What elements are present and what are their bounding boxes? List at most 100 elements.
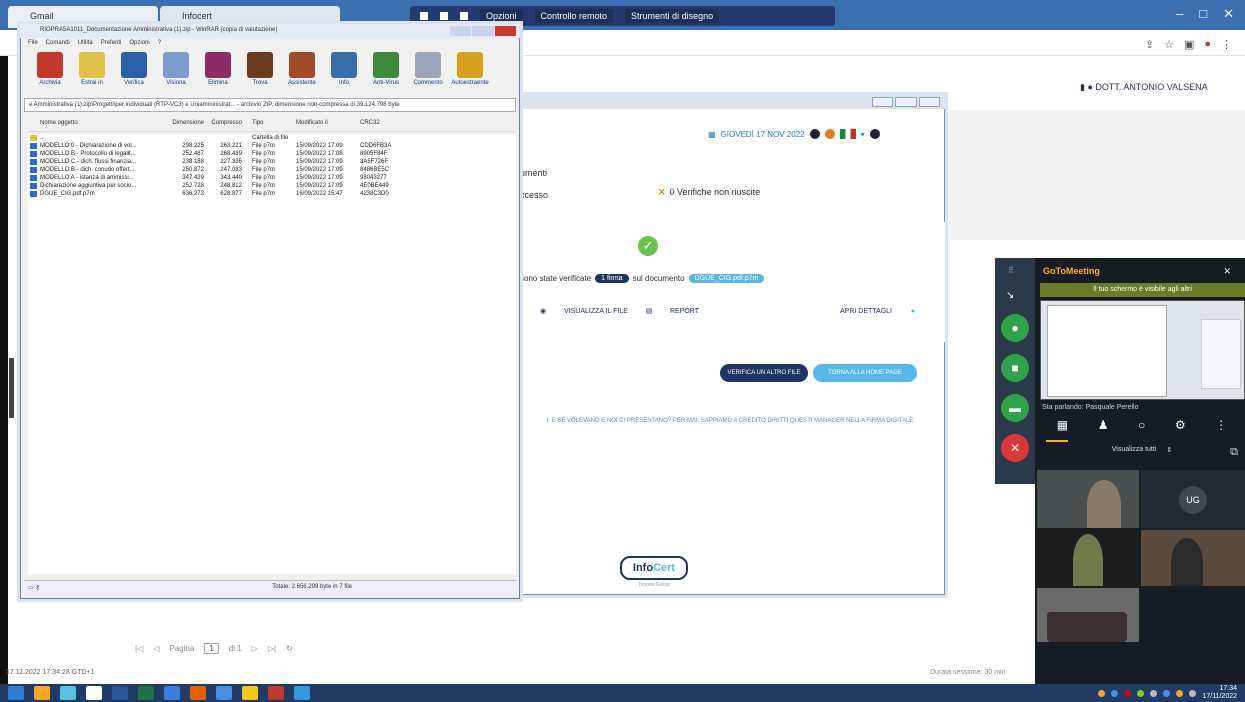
taskbar-app-icon[interactable]	[86, 686, 102, 700]
close-icon[interactable]: ✕	[1223, 6, 1234, 26]
column-modified[interactable]: Modificato il	[296, 120, 360, 131]
table-row[interactable]: Dichiarazione aggiuntiva per socio... 252…	[28, 182, 516, 190]
tray-icon[interactable]	[1111, 689, 1119, 697]
toolbar-button-delete[interactable]: Elimina	[200, 52, 236, 96]
toolbar-button-view[interactable]: Visiona	[158, 52, 194, 96]
attendees-icon[interactable]: ♟	[1098, 418, 1109, 438]
menu-tools[interactable]: Utilità	[78, 40, 93, 50]
toolbar-button-wizard[interactable]: Assistente	[284, 52, 320, 96]
taskbar-app-icon[interactable]	[216, 686, 232, 700]
prev-page-icon[interactable]: ◁	[153, 644, 159, 653]
video-tile[interactable]	[1037, 470, 1139, 528]
collapse-icon[interactable]: ↘	[1006, 290, 1014, 301]
table-row[interactable]: MODELLO C - dich. flussi finanzia... 238.…	[28, 158, 516, 166]
tray-icon[interactable]	[1163, 689, 1171, 697]
taskbar-app-icon[interactable]	[268, 686, 284, 700]
toolbar-button-archive[interactable]: Archivia	[32, 52, 68, 96]
toolbar-button-info[interactable]: Info	[326, 52, 362, 96]
first-page-icon[interactable]: |◁	[135, 644, 143, 653]
share-options-menu[interactable]: Opzioni	[480, 9, 523, 23]
back-home-button[interactable]: TORNA ALLA HOME PAGE	[813, 364, 917, 382]
taskbar-app-icon[interactable]	[164, 686, 180, 700]
grid-view-icon[interactable]: ▦	[1057, 418, 1068, 438]
winrar-title[interactable]: RIOPRA5A1011_Documentazione Amministrati…	[20, 24, 520, 38]
user-name[interactable]: DOTT. ANTONIO VALSENA	[1095, 82, 1207, 92]
taskbar-clock[interactable]: 17:34 17/11/2022	[1202, 685, 1237, 701]
taskbar-app-icon[interactable]	[138, 686, 154, 700]
tray-icon[interactable]	[1124, 689, 1132, 697]
close-icon[interactable]: ✕	[1223, 266, 1231, 277]
taskbar-app-icon[interactable]	[60, 686, 76, 700]
toolbar-button-extract[interactable]: Estrai in	[74, 52, 110, 96]
archive-path-field[interactable]: e Amministrativa (1).zip\Progetti\per in…	[24, 98, 516, 112]
table-row[interactable]: MODELLO B - Protocollo di legalit... 252.…	[28, 150, 516, 158]
chat-icon[interactable]: ○	[1138, 418, 1145, 438]
view-all-dropdown[interactable]: Visualizza tutti	[1112, 446, 1157, 460]
pause-share-icon[interactable]	[440, 12, 448, 20]
language-chevron-icon[interactable]: ▾	[861, 130, 865, 139]
remote-control-menu[interactable]: Controllo remoto	[534, 9, 614, 23]
side-handle[interactable]	[9, 358, 14, 418]
verify-other-file-button[interactable]: VERIFICA UN ALTRO FILE	[720, 364, 808, 382]
column-name[interactable]: Nome oggetto	[28, 120, 170, 131]
details-link[interactable]: APRI DETTAGLI	[840, 308, 892, 315]
screen-share-icon[interactable]: ▬	[1001, 394, 1029, 422]
menu-dots-icon[interactable]: ⋮	[1221, 38, 1232, 52]
video-tile[interactable]	[1141, 530, 1245, 586]
next-page-icon[interactable]: ▷	[252, 644, 258, 653]
start-icon[interactable]	[8, 686, 24, 700]
taskbar-app-icon[interactable]	[242, 686, 258, 700]
toolbar-button-test[interactable]: Verifica	[116, 52, 152, 96]
close-icon[interactable]	[494, 26, 516, 36]
taskbar-app-icon[interactable]	[294, 686, 310, 700]
taskbar-app-icon[interactable]	[112, 686, 128, 700]
share-icon[interactable]: ⇪	[1145, 38, 1154, 52]
last-page-icon[interactable]: ▷|	[268, 644, 276, 653]
camera-icon[interactable]: ■	[1001, 354, 1029, 382]
table-row[interactable]: .. Cartella di file	[28, 134, 516, 142]
drive-icon[interactable]: ▭ ⚷	[28, 584, 40, 591]
maximize-icon[interactable]: □	[1199, 6, 1207, 26]
video-tile[interactable]	[1037, 530, 1139, 586]
settings-icon[interactable]: ⚙	[1175, 418, 1186, 438]
taskbar-app-icon[interactable]	[34, 686, 50, 700]
help-icon[interactable]	[809, 129, 820, 139]
video-tile[interactable]	[1037, 588, 1139, 642]
taskbar-app-icon[interactable]	[190, 686, 206, 700]
drawing-tools-menu[interactable]: Strumenti di disegno	[625, 9, 720, 23]
report-link[interactable]: REPORT	[670, 308, 699, 315]
menu-file[interactable]: File	[28, 40, 38, 50]
menu-favorites[interactable]: Preferiti	[101, 40, 122, 50]
profile-icon[interactable]: ●	[1204, 38, 1211, 52]
column-type[interactable]: Tipo	[246, 120, 296, 131]
gomeeting-brand[interactable]: GoToMeeting	[1043, 266, 1100, 276]
stop-share-icon[interactable]	[420, 12, 428, 20]
tray-icon[interactable]	[1189, 689, 1197, 697]
column-crc[interactable]: CRC32	[360, 120, 420, 131]
minimize-icon[interactable]: –	[1176, 6, 1183, 26]
tab-search-icon[interactable]: ▣	[1184, 38, 1194, 52]
close-icon[interactable]	[918, 97, 940, 107]
column-size[interactable]: Dimensione	[170, 120, 208, 131]
minimize-icon[interactable]	[450, 26, 472, 36]
more-icon[interactable]: ⋮	[1215, 418, 1227, 438]
screen-icon[interactable]	[460, 12, 468, 20]
menu-help[interactable]: ?	[158, 40, 161, 50]
toolbar-button-sfx[interactable]: Autoestraente	[451, 52, 489, 96]
view-file-link[interactable]: VISUALIZZA IL FILE	[564, 308, 628, 315]
notification-icon[interactable]	[824, 129, 835, 139]
user-menu-icon[interactable]	[869, 129, 880, 139]
tray-icon[interactable]	[1176, 689, 1184, 697]
tray-icon[interactable]	[1137, 689, 1145, 697]
table-row[interactable]: MODELLO B - dich. conudo offert... 250.87…	[28, 166, 516, 174]
maximize-icon[interactable]	[472, 26, 494, 36]
star-icon[interactable]: ☆	[1164, 38, 1174, 52]
menu-commands[interactable]: Comandi	[46, 40, 70, 50]
tray-icon[interactable]	[1150, 689, 1158, 697]
tray-icon[interactable]	[1098, 689, 1106, 697]
document-icon[interactable]: ▮	[1080, 82, 1085, 92]
gear-icon[interactable]: ●	[908, 308, 918, 315]
toolbar-button-find[interactable]: Trova	[242, 52, 278, 96]
toolbar-button-antivirus[interactable]: Anti-Virus	[368, 52, 404, 96]
page-number-input[interactable]: 1	[204, 642, 219, 654]
